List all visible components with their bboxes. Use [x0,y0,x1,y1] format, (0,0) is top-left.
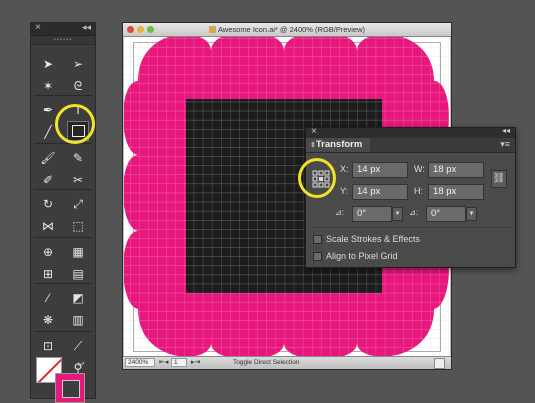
tool-group-divider [34,189,92,190]
column-graph-tool-icon[interactable]: ▥ [65,309,91,331]
zoom-field[interactable]: 2400% [125,358,155,367]
mesh-tool-icon[interactable]: ⊞ [35,263,61,285]
tool-group-divider [34,237,92,238]
y-field[interactable]: 14 px [352,184,408,200]
collapse-icon[interactable]: ◂◂ [82,22,91,33]
h-label: H: [414,186,423,196]
rotate-field[interactable]: 0° [352,206,392,222]
tool-group-divider [34,331,92,332]
tools-panel-header[interactable]: × ◂◂ [31,22,95,36]
constrain-proportions-link-icon[interactable]: ⛓ [491,170,507,188]
shear-dropdown-icon[interactable]: ▼ [466,207,477,221]
pencil-tool-icon[interactable]: ✎ [65,147,91,169]
transform-panel-header[interactable]: × ◂◂ [306,126,515,138]
collapse-icon[interactable]: ◂◂ [502,126,510,135]
next-page-icon[interactable]: ▸⇥ [191,357,200,369]
tool-group-divider [34,283,92,284]
selection-tool-icon[interactable]: ➤ [35,53,61,75]
paintbrush-tool-icon[interactable]: 🖌 [35,147,61,169]
close-window-button[interactable] [127,26,134,33]
resize-grip-icon[interactable] [434,358,445,369]
scale-strokes-checkbox[interactable] [313,235,322,244]
transform-panel: × ◂◂ ⇕Transform ▾≡ X: 14 px W: 18 px Y: … [305,126,516,268]
rotate-dropdown-icon[interactable]: ▼ [392,207,403,221]
h-field[interactable]: 18 px [428,184,484,200]
eyedropper-tool-icon[interactable]: ⁄ [35,287,61,309]
status-text[interactable]: Toggle Direct Selection [233,357,299,369]
symbol-sprayer-tool-icon[interactable]: ❋ [35,309,61,331]
blob-brush-tool-icon[interactable]: ✐ [35,169,61,191]
zoom-window-button[interactable] [147,26,154,33]
shear-field[interactable]: 0° [426,206,466,222]
magic-wand-tool-icon[interactable]: ✶ [35,75,61,97]
swap-colors-icon[interactable]: ↩ [77,359,85,370]
ai-file-icon [208,26,216,33]
tools-panel: × ◂◂ ▪▪▪▪▪▪ ➤➢✶ᘓ✒T╱🖌✎✐✂↻⤢⋈⬚⊕▦⊞▤⁄◩❋▥⊡⟋✋⚲ … [30,22,96,403]
document-titlebar[interactable]: Awesome Icon.ai* @ 2400% (RGB/Preview) [123,23,451,37]
align-pixel-grid-checkbox[interactable] [313,252,322,261]
width-tool-icon[interactable]: ⋈ [35,215,61,237]
document-title: Awesome Icon.ai* @ 2400% (RGB/Preview) [217,25,366,34]
page-number-field[interactable]: 1 [171,358,187,367]
close-icon[interactable]: × [35,22,41,33]
w-field[interactable]: 18 px [428,162,484,178]
x-field[interactable]: 14 px [352,162,408,178]
gradient-tool-icon[interactable]: ▤ [65,263,91,285]
w-label: W: [414,164,425,174]
artboard-tool-icon[interactable]: ⊡ [35,335,61,357]
slice-tool-icon[interactable]: ⟋ [65,335,91,357]
scissors-tool-icon[interactable]: ✂ [65,169,91,191]
align-pixel-grid-label: Align to Pixel Grid [326,251,398,261]
y-label: Y: [340,186,349,196]
lasso-tool-icon[interactable]: ᘓ [65,75,91,97]
panel-menu-icon[interactable]: ▾≡ [500,139,510,150]
direct-selection-tool-icon[interactable]: ➢ [65,53,91,75]
scale-tool-icon[interactable]: ⤢ [65,193,91,215]
tool-group-divider [34,143,92,144]
shape-builder-tool-icon[interactable]: ⊕ [35,241,61,263]
perspective-grid-tool-icon[interactable]: ▦ [65,241,91,263]
minimize-window-button[interactable] [137,26,144,33]
panel-grip[interactable]: ▪▪▪▪▪▪ [31,36,95,45]
close-icon[interactable]: × [311,126,317,137]
rotate-tool-icon[interactable]: ↻ [35,193,61,215]
free-transform-tool-icon[interactable]: ⬚ [65,215,91,237]
rotate-icon: ⊿: [335,208,344,217]
shear-icon: ⊿: [409,208,418,217]
tab-transform[interactable]: ⇕Transform [306,138,370,152]
scale-strokes-label: Scale Strokes & Effects [326,234,420,244]
x-label: X: [340,164,349,174]
document-statusbar: 2400% ⇤◂ 1 ▸⇥ Toggle Direct Selection [123,356,451,369]
stroke-color-swatch[interactable] [55,373,85,403]
rectangle-tool-highlight [55,104,95,144]
tool-group-divider [34,95,92,96]
blend-tool-icon[interactable]: ◩ [65,287,91,309]
reference-point-highlight [298,158,336,198]
first-page-icon[interactable]: ⇤◂ [159,357,168,369]
